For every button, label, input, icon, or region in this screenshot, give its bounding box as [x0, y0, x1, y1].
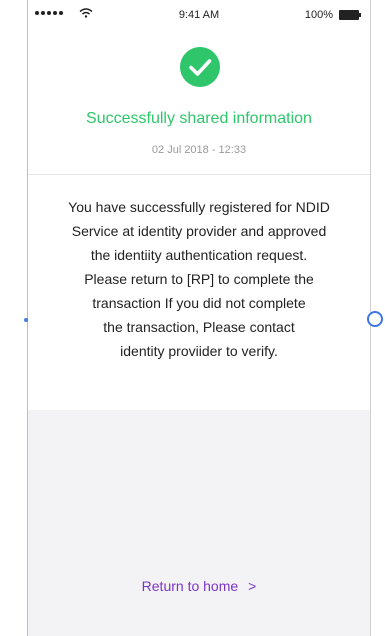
status-bar: 9:41 AM 100% [27, 0, 371, 30]
message-line: Service at identity provider and approve… [71, 223, 327, 239]
battery-icon [339, 10, 361, 20]
connector-dot [24, 318, 28, 322]
confirmation-message: You have successfully registered for NDI… [35, 195, 363, 363]
return-to-home-link[interactable]: Return to home > [27, 578, 371, 594]
success-title: Successfully shared information [86, 110, 312, 127]
battery-percent: 100% [304, 9, 333, 21]
divider [27, 174, 371, 175]
phone-screen: 9:41 AM 100% Successfully shared informa… [27, 0, 371, 636]
timestamp: 02 Jul 2018 - 12:33 [151, 144, 247, 156]
chevron-right-icon: > [248, 578, 257, 594]
check-circle-icon [180, 47, 220, 87]
bottom-panel [27, 410, 371, 636]
message-line: identity proviider to verify. [120, 343, 278, 359]
connector-ring-handle[interactable] [367, 311, 383, 327]
message-line: transaction If you did not complete [92, 295, 306, 311]
message-line: Please return to [RP] to complete the [84, 271, 314, 287]
return-label: Return to home [141, 578, 239, 594]
message-line: the identiity authentication request. [90, 247, 308, 263]
message-line: the transaction, Please contact [103, 319, 295, 335]
message-line: You have successfully registered for NDI… [68, 199, 330, 215]
